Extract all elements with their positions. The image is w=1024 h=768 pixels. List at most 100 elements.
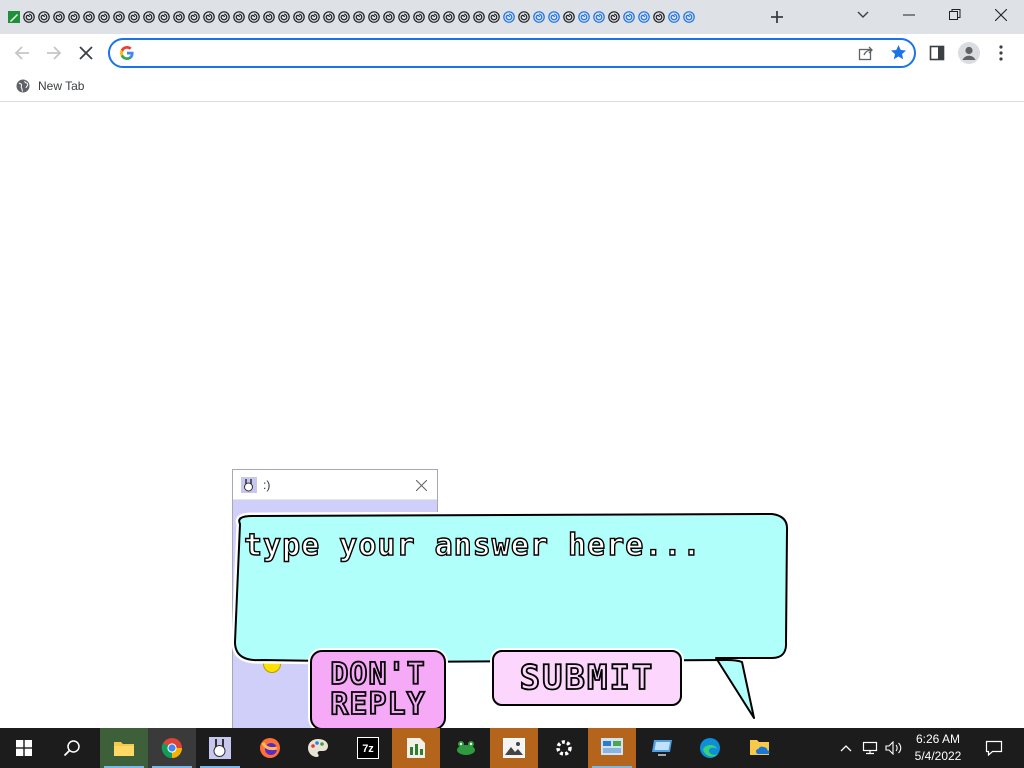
address-bar[interactable]: [108, 38, 916, 68]
spiral-favicon-icon: [97, 11, 110, 23]
taskbar-settings[interactable]: [540, 728, 588, 768]
browser-tab[interactable]: [426, 8, 441, 26]
browser-tab[interactable]: [321, 8, 336, 26]
browser-tab[interactable]: [561, 8, 576, 26]
browser-tab[interactable]: [141, 8, 156, 26]
spiral-favicon-icon: [367, 11, 380, 23]
browser-tab[interactable]: [261, 8, 276, 26]
submit-button[interactable]: SUBMIT: [492, 650, 682, 706]
back-button[interactable]: [7, 38, 37, 68]
start-button[interactable]: [0, 728, 48, 768]
profile-button[interactable]: [954, 38, 984, 68]
show-hidden-icons-button[interactable]: [836, 738, 856, 758]
bookmarks-bar: New Tab: [0, 72, 1024, 102]
taskbar-remote-desktop[interactable]: [638, 728, 686, 768]
taskbar-search-button[interactable]: [48, 728, 96, 768]
taskbar-file-explorer[interactable]: [100, 728, 148, 768]
star-icon: [890, 45, 907, 60]
close-window-button[interactable]: [978, 0, 1024, 30]
browser-tab[interactable]: [306, 8, 321, 26]
bookmark-item-new-tab[interactable]: New Tab: [10, 75, 90, 97]
side-panel-button[interactable]: [922, 38, 952, 68]
answer-input[interactable]: [244, 522, 774, 568]
spiral-favicon-icon: [622, 11, 635, 23]
taskbar-control-panel[interactable]: [588, 728, 636, 768]
dont-reply-button[interactable]: DON'T REPLY: [310, 650, 446, 730]
popup-titlebar[interactable]: :): [233, 470, 437, 500]
image-icon: [503, 738, 525, 758]
browser-tab[interactable]: [66, 8, 81, 26]
browser-tab[interactable]: [546, 8, 561, 26]
taskbar-frog-app[interactable]: [442, 728, 490, 768]
taskbar-spreadsheet[interactable]: [392, 728, 440, 768]
taskbar-cloud-folder[interactable]: [736, 728, 784, 768]
bookmark-star-button[interactable]: [890, 44, 908, 62]
browser-tab[interactable]: [471, 8, 486, 26]
browser-tab[interactable]: [156, 8, 171, 26]
volume-button[interactable]: [884, 738, 904, 758]
arrow-right-icon: [47, 46, 62, 60]
browser-tab[interactable]: [366, 8, 381, 26]
browser-tab[interactable]: [291, 8, 306, 26]
tab-search-button[interactable]: [840, 0, 886, 30]
stop-loading-button[interactable]: [71, 38, 101, 68]
share-button[interactable]: [858, 45, 876, 63]
browser-tab[interactable]: [96, 8, 111, 26]
browser-tab[interactable]: [171, 8, 186, 26]
browser-tab[interactable]: [441, 8, 456, 26]
browser-tab[interactable]: [21, 8, 36, 26]
browser-tab[interactable]: [411, 8, 426, 26]
browser-tab[interactable]: [216, 8, 231, 26]
notifications-button[interactable]: [976, 728, 1012, 768]
browser-tab[interactable]: [576, 8, 591, 26]
browser-tab[interactable]: [456, 8, 471, 26]
forward-button[interactable]: [39, 38, 69, 68]
minimize-button[interactable]: [886, 0, 932, 30]
browser-tab[interactable]: [621, 8, 636, 26]
browser-tab[interactable]: [186, 8, 201, 26]
browser-tab[interactable]: [381, 8, 396, 26]
spiral-favicon-icon: [112, 11, 125, 23]
browser-tab[interactable]: [606, 8, 621, 26]
browser-tab[interactable]: [111, 8, 126, 26]
browser-tab[interactable]: [651, 8, 666, 26]
url-input[interactable]: [140, 44, 840, 62]
dont-reply-label: DON'T REPLY: [329, 657, 426, 722]
browser-tab[interactable]: [201, 8, 216, 26]
browser-tab[interactable]: [246, 8, 261, 26]
browser-tab[interactable]: [351, 8, 366, 26]
taskbar-firefox[interactable]: [246, 728, 294, 768]
browser-tab[interactable]: [231, 8, 246, 26]
chrome-icon: [161, 738, 183, 759]
taskbar-paint[interactable]: [294, 728, 342, 768]
new-tab-button[interactable]: [764, 5, 790, 29]
taskbar-7zip[interactable]: 7z: [344, 728, 392, 768]
more-vertical-icon: [999, 45, 1003, 61]
browser-tab[interactable]: [336, 8, 351, 26]
browser-tab[interactable]: [276, 8, 291, 26]
menu-button[interactable]: [986, 38, 1016, 68]
network-button[interactable]: [860, 738, 880, 758]
browser-tab[interactable]: [516, 8, 531, 26]
browser-tab[interactable]: [531, 8, 546, 26]
taskbar-chrome[interactable]: [148, 728, 196, 768]
browser-tab[interactable]: [501, 8, 516, 26]
spiral-favicon-icon: [397, 11, 410, 23]
browser-tab[interactable]: [396, 8, 411, 26]
browser-tab[interactable]: [591, 8, 606, 26]
browser-tab[interactable]: [636, 8, 651, 26]
browser-tab[interactable]: [36, 8, 51, 26]
taskbar-edge[interactable]: [686, 728, 734, 768]
restore-button[interactable]: [932, 0, 978, 30]
browser-tab[interactable]: [486, 8, 501, 26]
browser-tab[interactable]: [126, 8, 141, 26]
browser-tab[interactable]: [681, 8, 696, 26]
taskbar-bunny-app[interactable]: [196, 728, 244, 768]
browser-tab[interactable]: [666, 8, 681, 26]
popup-close-button[interactable]: [411, 475, 431, 495]
taskbar-photos[interactable]: [490, 728, 538, 768]
browser-tab[interactable]: [81, 8, 96, 26]
browser-tab[interactable]: [51, 8, 66, 26]
taskbar-clock[interactable]: 6:26 AM 5/4/2022: [910, 731, 966, 765]
browser-tab[interactable]: [6, 8, 21, 26]
